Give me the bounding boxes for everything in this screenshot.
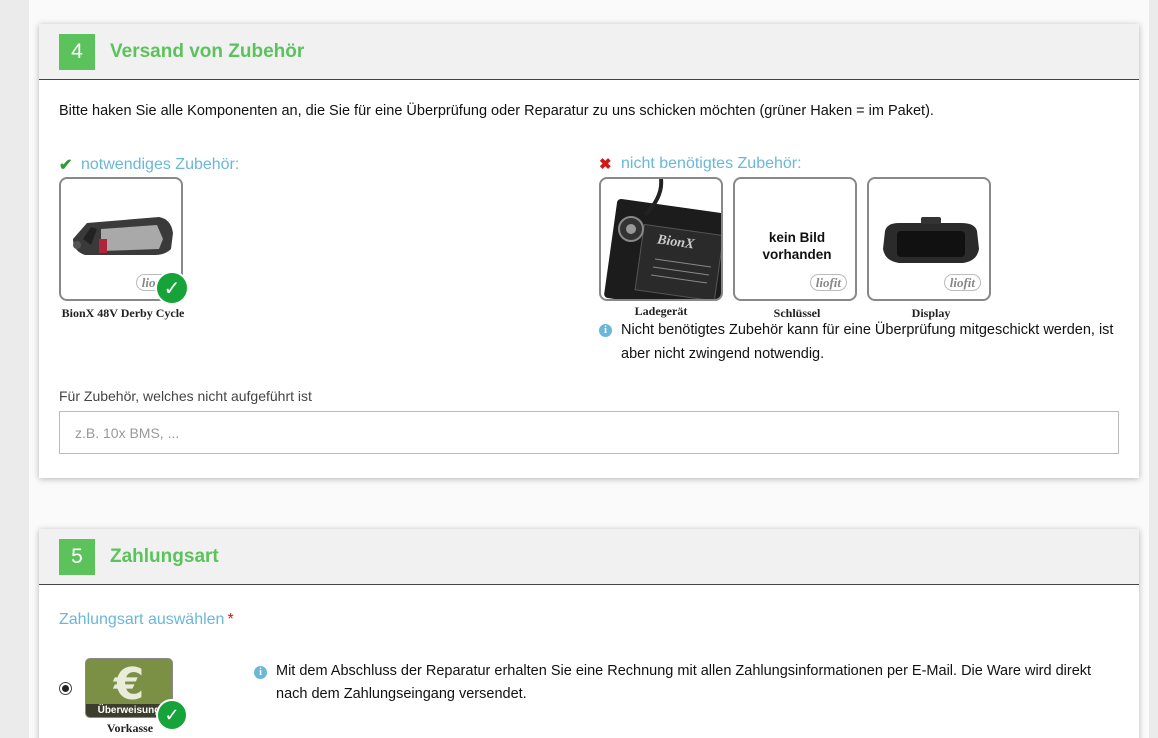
no-image-placeholder: kein Bild vorhanden (762, 230, 832, 262)
radio-selected-dot (62, 685, 69, 692)
optional-note: i Nicht benötigtes Zubehör kann für eine… (599, 318, 1119, 366)
optional-note-text: Nicht benötigtes Zubehör kann für eine Ü… (621, 322, 1114, 362)
other-accessories-label: Für Zubehör, welches nicht aufgeführt is… (59, 388, 312, 404)
step-number: 5 (59, 538, 95, 575)
liofit-logo: liofit (809, 274, 847, 291)
accessory-tile-display[interactable]: liofit Display (867, 177, 991, 320)
accessories-section: 4 Versand von Zubehör Bitte haken Sie al… (39, 24, 1139, 478)
info-icon: i (599, 324, 612, 337)
accessory-tile-battery[interactable]: liofit ✓ BionX 48V Derby Cycle (59, 177, 189, 320)
section-intro: Bitte haken Sie alle Komponenten an, die… (59, 103, 934, 119)
liofit-logo: liofit (943, 274, 981, 291)
tile-caption: BionX 48V Derby Cycle (61, 306, 185, 320)
required-label-text: notwendiges Zubehör: (81, 156, 240, 173)
accessory-tile-key[interactable]: kein Bild vorhanden liofit Schlüssel (733, 177, 857, 320)
payment-caption: Vorkasse (106, 721, 154, 735)
payment-tile-vorkasse[interactable]: € Überweisung ✓ Vorkasse (85, 658, 188, 735)
required-accessories-label: ✔ notwendiges Zubehör: (59, 155, 239, 175)
payment-radio-vorkasse[interactable] (59, 682, 72, 695)
optional-label-text: nicht benötigtes Zubehör: (621, 155, 802, 172)
payment-info: i Mit dem Abschluss der Reparatur erhalt… (254, 660, 1124, 706)
info-icon: i (254, 666, 267, 679)
payment-info-text: Mit dem Abschluss der Reparatur erhalten… (276, 663, 1092, 702)
other-accessories-input[interactable] (59, 411, 1119, 454)
accessory-tile-charger[interactable]: BionX (599, 177, 723, 301)
payment-section: 5 Zahlungsart Zahlungsart auswählen * € Ü… (39, 529, 1139, 738)
section-header: 5 Zahlungsart (39, 529, 1139, 585)
euro-icon: € (113, 659, 145, 705)
step-number: 4 (59, 33, 95, 70)
tile-caption: Ladegerät (634, 304, 688, 318)
section-title: Zahlungsart (110, 545, 219, 567)
check-icon: ✔ (59, 157, 73, 174)
checked-badge-icon: ✓ (155, 271, 189, 305)
payment-select-label-text: Zahlungsart auswählen (59, 611, 225, 628)
cross-icon: ✖ (599, 156, 612, 173)
section-title: Versand von Zubehör (110, 40, 305, 62)
required-marker: * (227, 611, 234, 628)
svg-text:€: € (113, 659, 145, 705)
optional-accessories-label: ✖ nicht benötigtes Zubehör: (599, 155, 802, 173)
payment-select-label: Zahlungsart auswählen * (59, 611, 234, 629)
section-header: 4 Versand von Zubehör (39, 24, 1139, 80)
